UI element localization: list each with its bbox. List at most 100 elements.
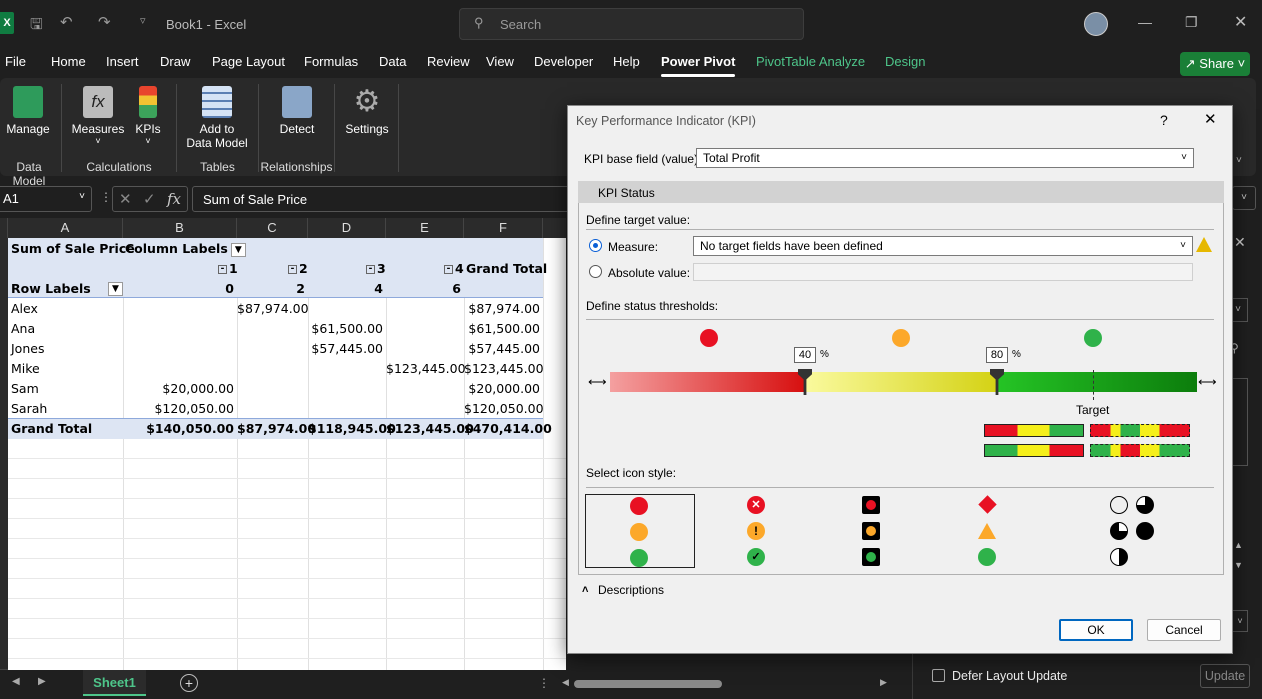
horizontal-scrollbar[interactable] [574,680,722,688]
chevron-down-icon[interactable]: ˅ [1232,610,1248,632]
column-header-c[interactable]: C [237,218,308,238]
red-band[interactable] [610,372,805,392]
ok-button[interactable]: OK [1059,619,1133,641]
customize-qat-icon[interactable]: ▿ [140,14,146,27]
update-button[interactable]: Update [1200,664,1250,688]
grand-total-label[interactable]: Grand Total [11,419,92,439]
icon-style-shapes[interactable] [968,494,1008,568]
detect-button[interactable]: Detect [274,86,320,136]
total-cell[interactable]: $470,414.00 [464,419,552,439]
column-labels-header[interactable]: Column Labels ▼ [125,239,246,259]
row-label[interactable]: Sarah [11,399,47,419]
icon-style-quarters[interactable] [1098,494,1178,568]
column-header-b[interactable]: B [123,218,237,238]
restore-icon[interactable]: ❐ [1185,14,1198,31]
more-icon[interactable]: ⋮ [100,190,112,204]
pivot-col-header[interactable]: -2 [288,259,308,279]
absolute-radio[interactable] [589,265,602,278]
measure-select[interactable]: No target fields have been defined ˅ [693,236,1193,256]
pivot-col-header[interactable]: -3 [366,259,386,279]
filter-dropdown-icon[interactable]: ▼ [230,242,246,257]
menu-insert[interactable]: Insert [106,54,139,69]
threshold-high-input[interactable]: 80 [986,347,1008,363]
collapse-icon[interactable]: - [288,265,297,274]
avatar[interactable] [1084,12,1108,36]
menu-pivottable-analyze[interactable]: PivotTable Analyze [756,54,865,69]
help-icon[interactable]: ? [1160,112,1168,128]
menu-developer[interactable]: Developer [534,54,593,69]
kpis-button[interactable]: KPIs ˅ [132,86,164,146]
column-header-g[interactable] [543,218,566,238]
collapse-icon[interactable]: - [218,265,227,274]
pivot-col-header[interactable]: -1 [218,259,238,279]
manage-button[interactable]: Manage [2,86,54,136]
pivot-subheader[interactable]: 0 [123,279,237,299]
column-header-f[interactable]: F [464,218,543,238]
table-cell[interactable]: $57,445.00 [308,339,386,359]
dialog-close-icon[interactable]: ✕ [1204,110,1217,128]
move-up-icon[interactable]: ▲ [1234,540,1243,550]
green-band[interactable] [997,372,1197,392]
icon-style-traffic-lights[interactable] [858,494,898,568]
formula-input[interactable]: Sum of Sale Price [192,186,572,212]
share-button[interactable]: ↗ Share ˅ [1180,52,1250,76]
table-cell[interactable]: $123,445.00 [464,359,544,379]
menu-data[interactable]: Data [379,54,406,69]
menu-design[interactable]: Design [885,54,925,69]
row-labels-header[interactable]: Row Labels ▼ [11,279,123,299]
cancel-icon[interactable]: ✕ [119,190,132,208]
undo-icon[interactable]: ↶ [60,13,73,31]
total-cell[interactable]: $118,945.00 [308,419,396,439]
threshold-preset-2[interactable] [1090,424,1190,437]
vertical-scrollbar[interactable] [1232,378,1248,466]
more-icon[interactable]: ⋮ [538,676,550,690]
close-pane-icon[interactable]: ✕ [1234,234,1246,251]
filter-dropdown-icon[interactable]: ▼ [108,282,123,296]
select-all-corner[interactable] [0,218,8,238]
pivot-subheader[interactable]: 2 [237,279,308,299]
descriptions-toggle[interactable]: Descriptions [598,583,664,597]
row-headers[interactable] [0,238,8,670]
redo-icon[interactable]: ↷ [98,13,111,31]
threshold-preset-1[interactable] [984,424,1084,437]
enter-icon[interactable]: ✓ [143,190,156,208]
icon-style-symbols[interactable]: ✕ ! ✓ [738,494,848,568]
add-to-data-model-button[interactable]: Add to Data Model [184,86,250,150]
total-cell[interactable]: $123,445.00 [386,419,474,439]
scroll-left-icon[interactable]: ◀ [562,677,569,688]
cancel-button[interactable]: Cancel [1147,619,1221,641]
threshold-preset-4[interactable] [1090,444,1190,457]
row-label[interactable]: Mike [11,359,40,379]
column-header-d[interactable]: D [308,218,386,238]
row-label[interactable]: Jones [11,339,44,359]
pivot-value-label[interactable]: Sum of Sale Price [11,239,135,259]
column-header-e[interactable]: E [386,218,464,238]
collapse-icon[interactable]: - [366,265,375,274]
minimize-icon[interactable]: — [1138,14,1152,30]
threshold-low-input[interactable]: 40 [794,347,816,363]
search-box[interactable]: ⚲ Search [459,8,804,40]
absolute-value-input[interactable] [693,263,1193,281]
pivot-subheader[interactable]: 6 [386,279,464,299]
prev-sheet-icon[interactable]: ◀ [12,676,20,687]
defer-update-checkbox[interactable] [932,669,945,682]
menu-file[interactable]: File [5,54,26,69]
add-sheet-icon[interactable]: + [180,674,198,692]
menu-page-layout[interactable]: Page Layout [212,54,285,69]
total-cell[interactable]: $140,050.00 [123,419,237,439]
collapse-icon[interactable]: - [444,265,453,274]
menu-help[interactable]: Help [613,54,640,69]
name-box[interactable]: A1 ˅ [0,186,92,212]
settings-button[interactable]: ⚙ Settings [342,86,392,137]
table-cell[interactable]: $120,050.00 [464,399,544,419]
total-cell[interactable]: $87,974.00 [237,419,316,439]
collapse-ribbon-icon[interactable]: ˅ [1236,155,1242,166]
table-cell[interactable]: $87,974.00 [237,299,309,319]
pivot-col-header[interactable]: -4 [444,259,464,279]
menu-power-pivot[interactable]: Power Pivot [661,54,736,77]
table-cell[interactable]: $87,974.00 [464,299,543,319]
sheet-tab-sheet1[interactable]: Sheet1 [83,670,146,696]
table-cell[interactable]: $20,000.00 [123,379,237,399]
menu-review[interactable]: Review [427,54,470,69]
menu-formulas[interactable]: Formulas [304,54,358,69]
